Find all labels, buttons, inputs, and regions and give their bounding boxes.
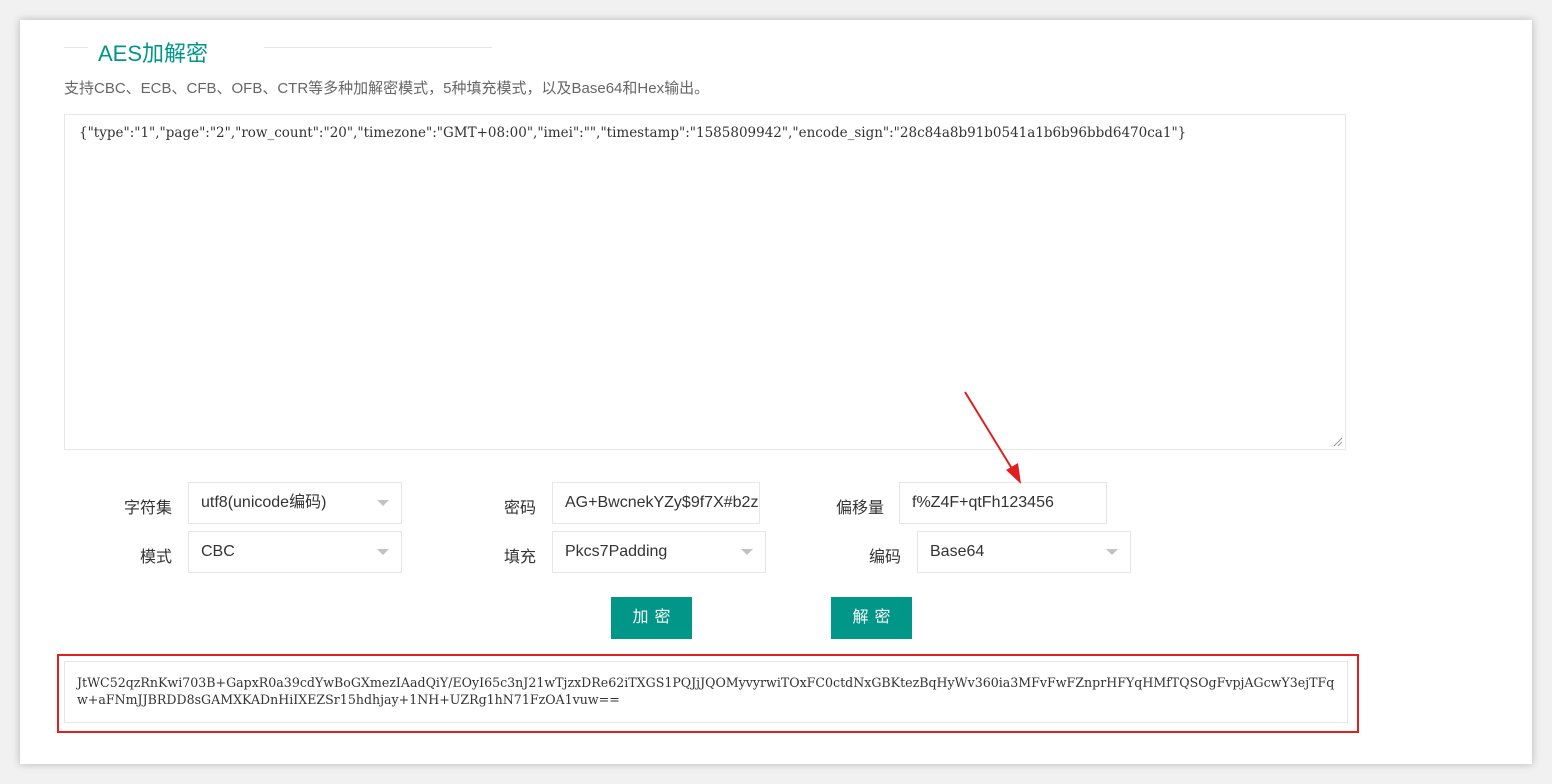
chevron-down-icon: [377, 549, 389, 555]
password-input[interactable]: AG+BwcnekYZy$9f7X#b2zc: [552, 482, 760, 524]
mode-label: 模式: [139, 549, 172, 566]
section-title: AES加解密: [98, 41, 209, 66]
padding-select[interactable]: Pkcs7Padding: [552, 531, 766, 573]
ciphertext-output[interactable]: JtWC52qzRnKwi703B+GapxR0a39cdYwBoGXmezIA…: [64, 661, 1348, 723]
charset-label: 字符集: [123, 500, 172, 517]
encoding-select[interactable]: Base64: [917, 531, 1131, 573]
mode-value: CBC: [201, 543, 235, 560]
charset-value: utf8(unicode编码): [201, 494, 327, 511]
header-divider-right: [264, 47, 492, 48]
section-description: 支持CBC、ECB、CFB、OFB、CTR等多种加解密模式，5种填充模式，以及B…: [64, 80, 710, 97]
plaintext-value: {"type":"1","page":"2","row_count":"20",…: [79, 125, 1187, 141]
padding-value: Pkcs7Padding: [565, 543, 668, 560]
charset-select[interactable]: utf8(unicode编码): [188, 482, 402, 524]
offset-label: 偏移量: [835, 500, 884, 517]
chevron-down-icon: [1106, 549, 1118, 555]
aes-card: AES加解密 支持CBC、ECB、CFB、OFB、CTR等多种加解密模式，5种填…: [20, 20, 1532, 764]
encoding-label: 编码: [868, 549, 901, 566]
section-header: AES加解密: [64, 20, 492, 76]
ciphertext-value: JtWC52qzRnKwi703B+GapxR0a39cdYwBoGXmezIA…: [77, 675, 1335, 707]
decrypt-button[interactable]: 解密: [831, 597, 912, 639]
plaintext-input[interactable]: {"type":"1","page":"2","row_count":"20",…: [64, 114, 1346, 450]
password-label: 密码: [503, 500, 536, 517]
password-value: AG+BwcnekYZy$9f7X#b2zc: [565, 494, 760, 511]
chevron-down-icon: [741, 549, 753, 555]
encoding-value: Base64: [930, 543, 985, 560]
offset-value: f%Z4F+qtFh123456: [912, 494, 1054, 511]
mode-select[interactable]: CBC: [188, 531, 402, 573]
header-divider-left: [64, 47, 88, 48]
padding-label: 填充: [503, 549, 536, 566]
chevron-down-icon: [377, 500, 389, 506]
resize-handle-icon[interactable]: [1333, 437, 1343, 447]
encrypt-button[interactable]: 加密: [611, 597, 692, 639]
offset-input[interactable]: f%Z4F+qtFh123456: [899, 482, 1107, 524]
